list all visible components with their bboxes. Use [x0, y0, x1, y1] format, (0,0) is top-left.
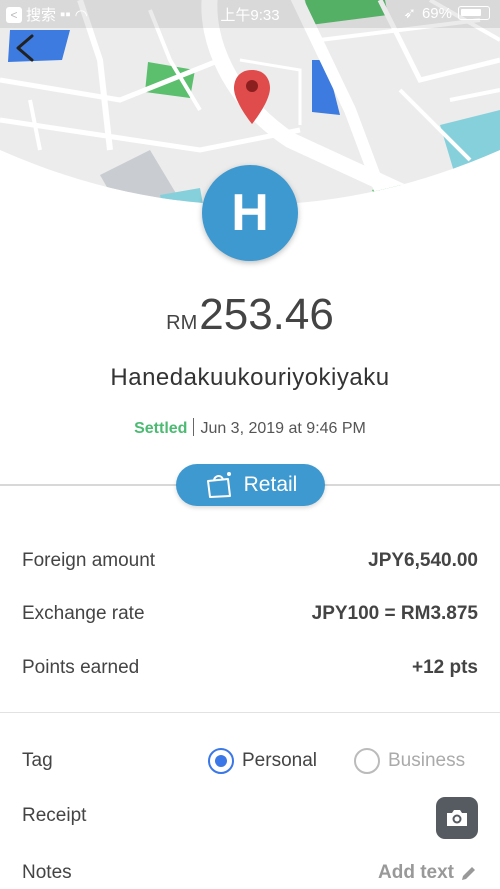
detail-label: Exchange rate: [22, 603, 145, 624]
add-receipt-button[interactable]: [436, 797, 478, 839]
detail-row-points-earned: Points earned +12 pts: [22, 657, 478, 679]
merchant-name: Hanedakuukouriyokiyaku: [110, 364, 390, 391]
pencil-icon: [462, 867, 475, 880]
add-notes-button[interactable]: Add text: [378, 862, 478, 884]
detail-row-exchange-rate: Exchange rate JPY100 = RM3.875: [22, 603, 478, 625]
receipt-label: Receipt: [22, 805, 87, 826]
radio-checked-icon[interactable]: [208, 748, 234, 774]
tag-row: Tag Personal Business: [22, 748, 478, 776]
detail-value: JPY100 = RM3.875: [311, 603, 478, 624]
battery-icon: [458, 6, 490, 20]
status-bar: < 搜索 ▪▪ ◠ 上午9:33 ➶ 69%: [0, 0, 500, 28]
transaction-amount: RM253.46: [0, 290, 500, 340]
detail-label: Points earned: [22, 657, 140, 678]
tag-label: Tag: [22, 750, 53, 771]
battery-percent: 69%: [421, 4, 452, 22]
radio-unchecked-icon[interactable]: [354, 748, 380, 774]
camera-icon: [447, 810, 467, 826]
merchant-avatar: H: [202, 165, 298, 261]
detail-label: Foreign amount: [22, 550, 156, 571]
transaction-status-line: Settled Jun 3, 2019 at 9:46 PM: [0, 418, 500, 438]
detail-value: +12 pts: [411, 657, 478, 678]
amount-currency: RM: [166, 312, 198, 334]
category-button[interactable]: Retail: [176, 464, 325, 506]
transaction-detail-screen: < 搜索 ▪▪ ◠ 上午9:33 ➶ 69% H RM253.46 Haneda…: [0, 0, 500, 889]
shopping-bag-icon: [206, 472, 231, 498]
location-icon: ➶: [403, 5, 416, 22]
back-arrow-icon[interactable]: [8, 30, 44, 66]
notes-label: Notes: [22, 862, 72, 883]
tag-option-label: Business: [388, 750, 466, 771]
amount-value: 253.46: [199, 290, 334, 339]
add-text-label: Add text: [378, 862, 454, 883]
detail-value: JPY6,540.00: [368, 550, 478, 571]
tag-option-personal[interactable]: Personal: [208, 748, 317, 774]
tag-option-business[interactable]: Business: [354, 748, 465, 774]
section-divider: [0, 712, 500, 713]
status-separator: [193, 418, 195, 436]
category-label: Retail: [243, 473, 298, 496]
status-badge: Settled: [134, 420, 188, 437]
detail-row-foreign-amount: Foreign amount JPY6,540.00: [22, 550, 478, 572]
tag-option-label: Personal: [242, 750, 317, 771]
transaction-datetime: Jun 3, 2019 at 9:46 PM: [200, 420, 366, 437]
